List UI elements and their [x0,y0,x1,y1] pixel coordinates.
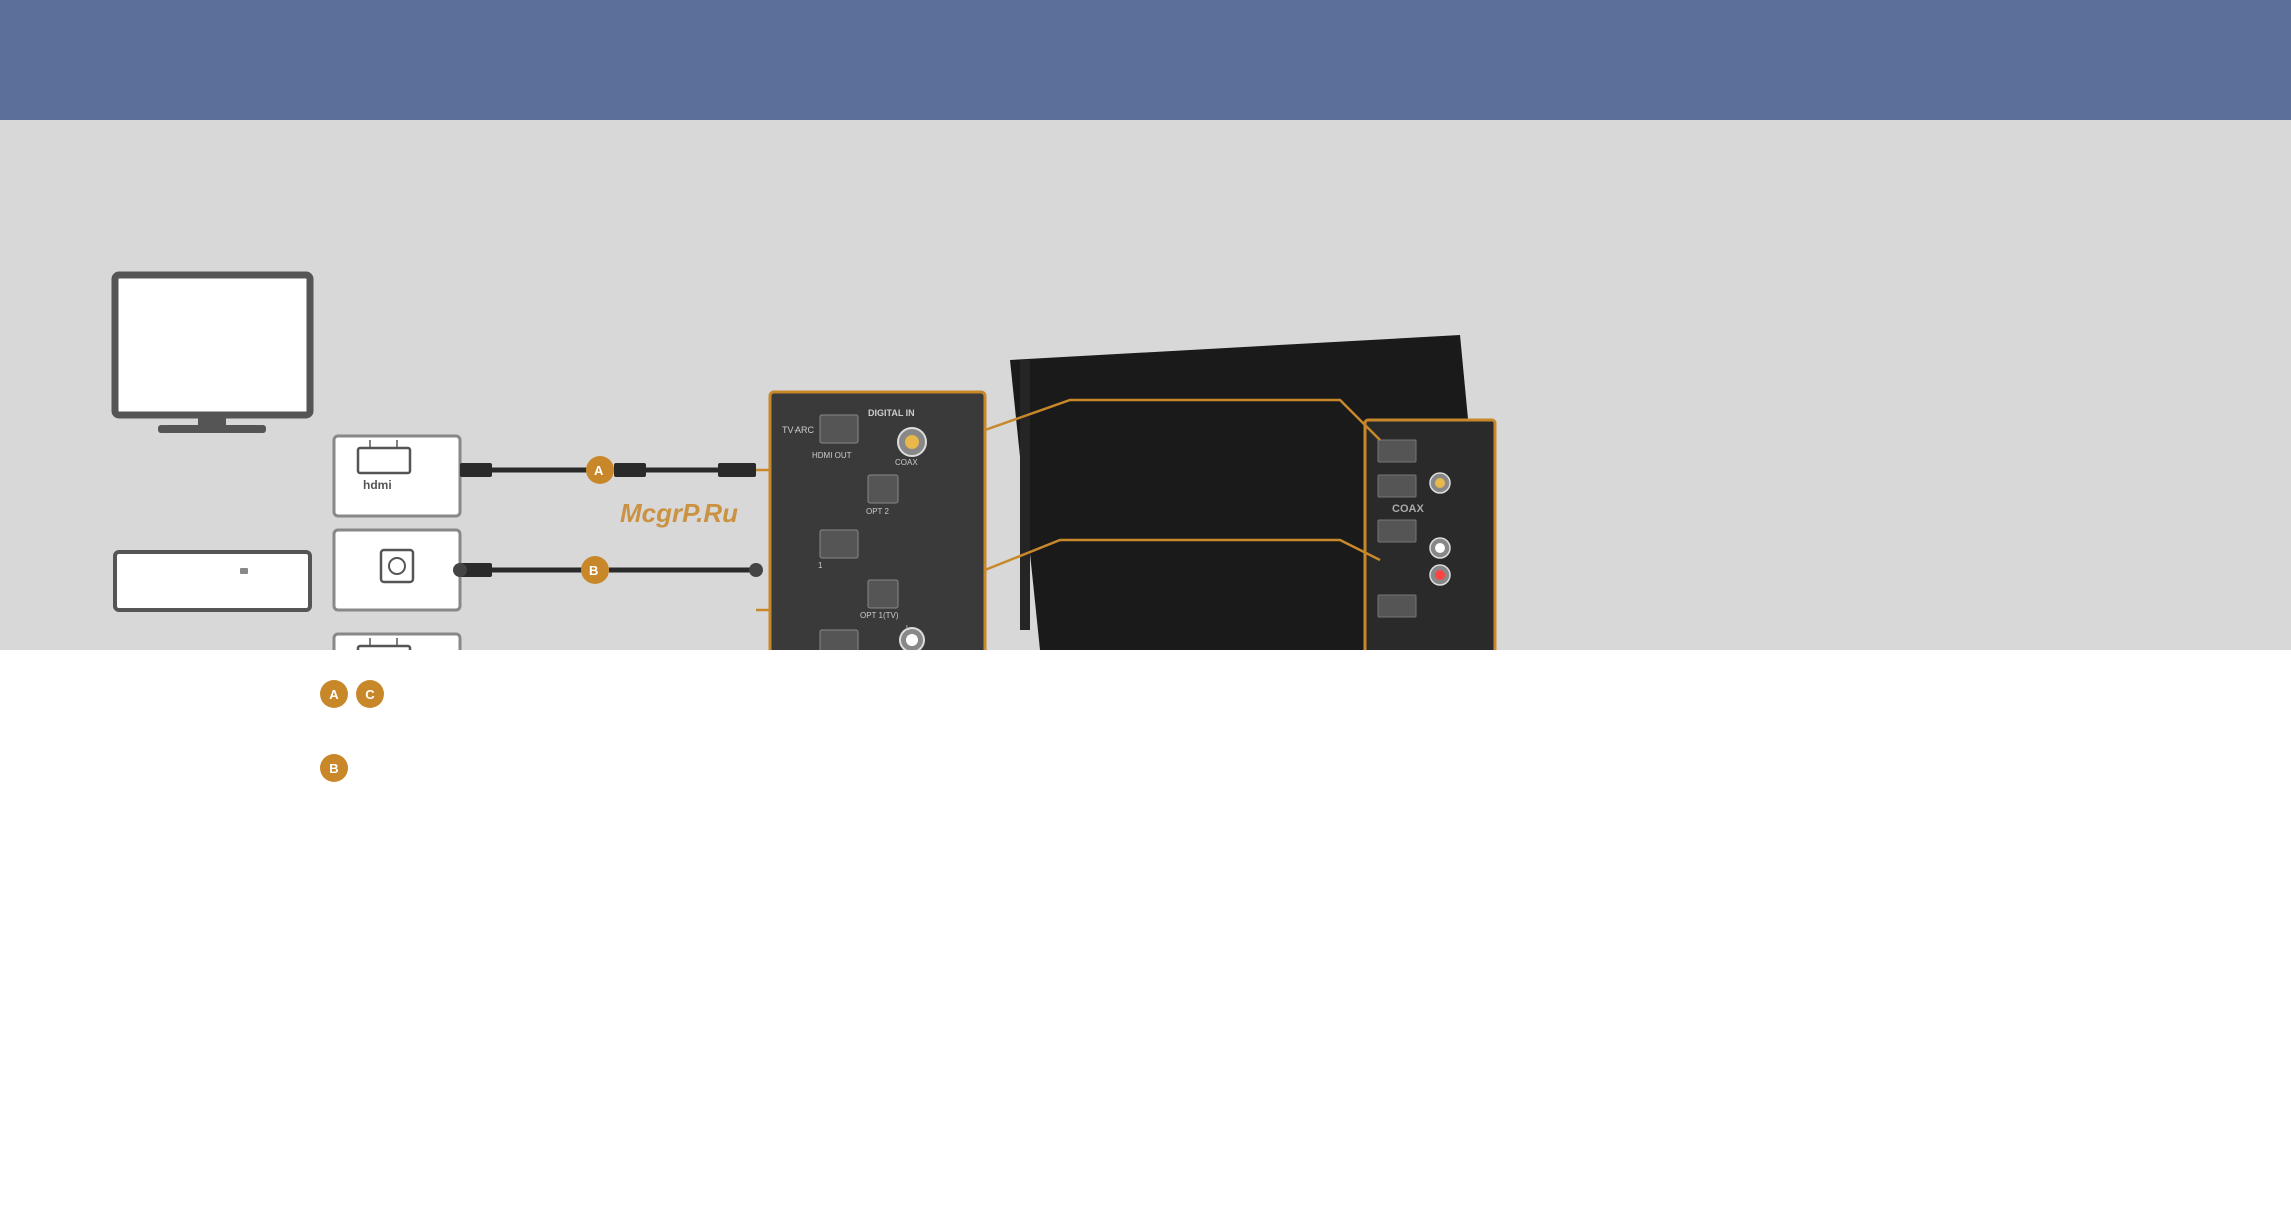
svg-text:DIGITAL IN: DIGITAL IN [868,408,915,418]
svg-text:1: 1 [818,561,823,570]
svg-text:COAX: COAX [895,458,918,467]
bottom-section: A C B [0,650,2291,850]
svg-text:B: B [589,563,598,578]
diagram-area: hdmi hdmi A [0,120,2291,650]
main-content: hdmi hdmi A [0,120,2291,850]
top-banner [0,0,2291,120]
svg-text:OPT 2: OPT 2 [866,507,890,516]
svg-text:HDMI OUT: HDMI OUT [812,451,852,460]
svg-text:ARC: ARC [795,425,815,435]
connection-diagram: hdmi hdmi A [0,120,2291,650]
badge-c: C [356,680,384,708]
svg-text:A: A [594,463,604,478]
svg-text:OPT 1(TV): OPT 1(TV) [860,611,899,620]
svg-text:hdmi: hdmi [363,478,392,492]
svg-text:L: L [906,625,910,632]
badge-b: B [320,754,348,782]
badges-b-row: B [320,754,1971,782]
badges-ac-row: A C [320,680,1971,708]
badge-a: A [320,680,348,708]
svg-text:COAX: COAX [1392,503,1424,515]
svg-text:McgrP.Ru: McgrP.Ru [620,498,738,528]
